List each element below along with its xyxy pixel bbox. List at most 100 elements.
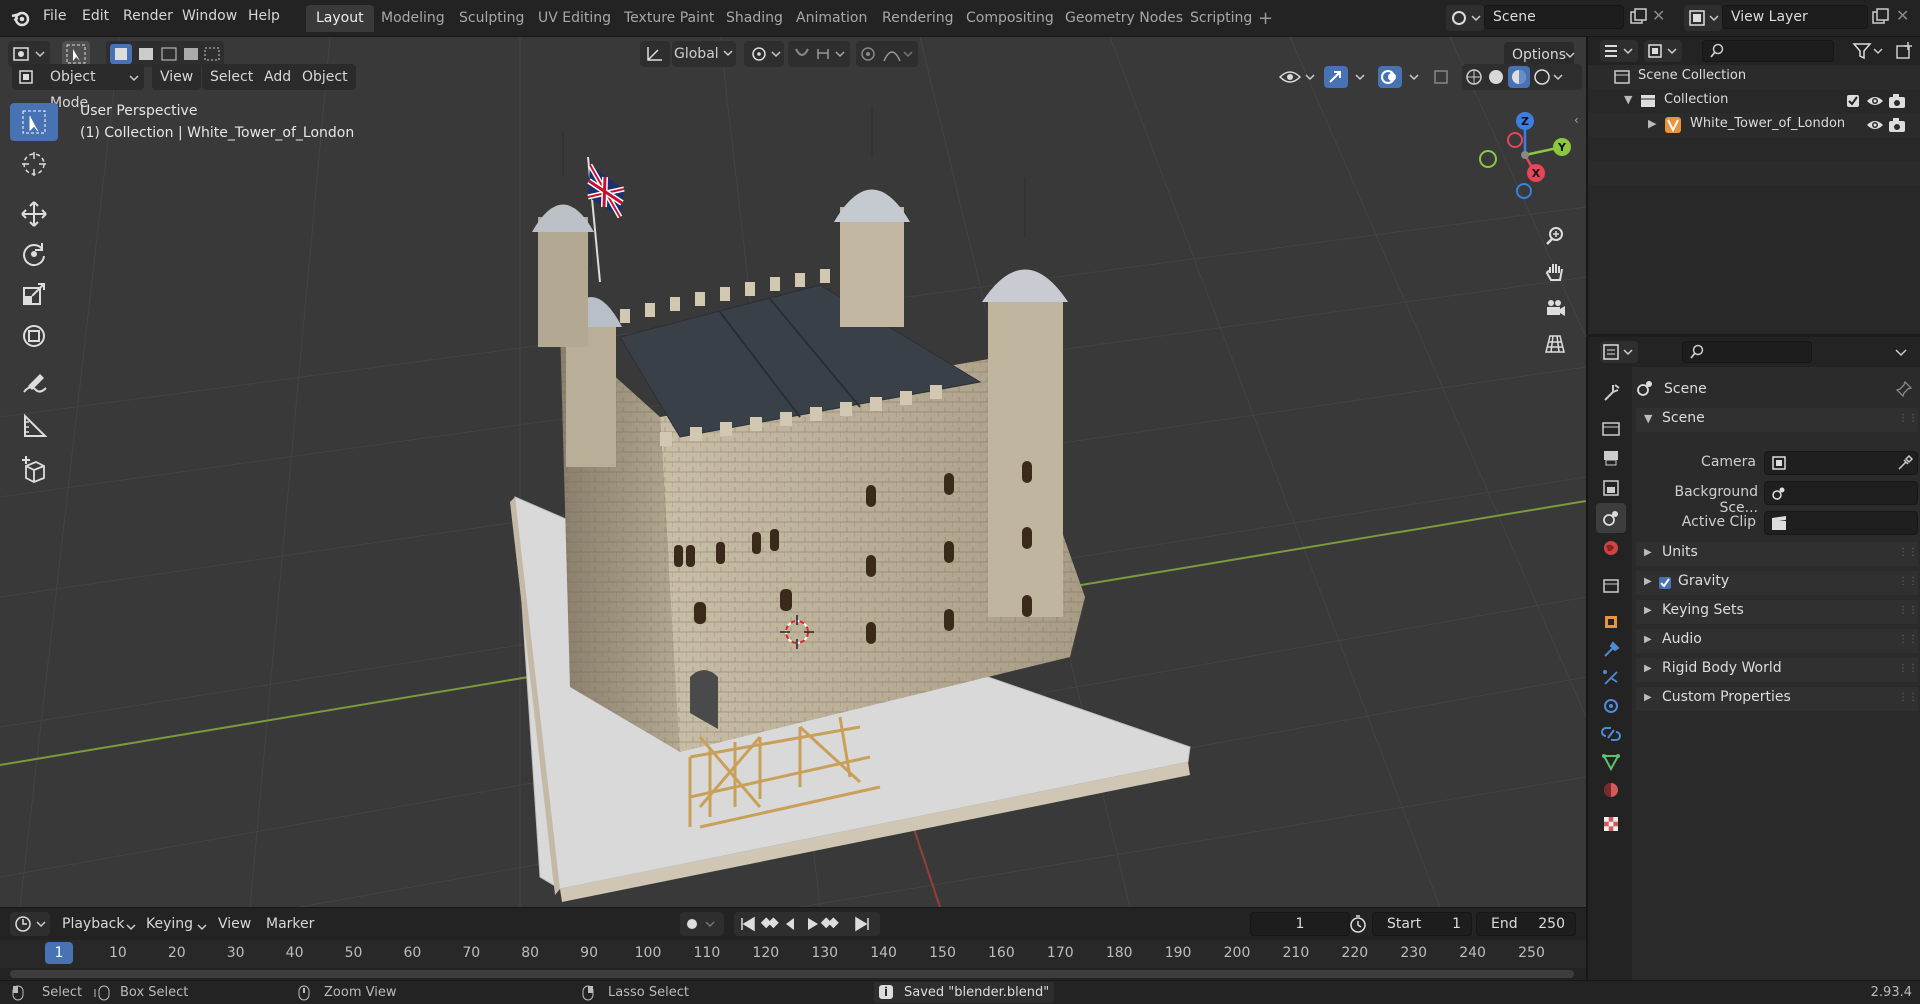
tab-output[interactable] — [1596, 443, 1626, 473]
drag-handle-icon[interactable]: ⋮⋮ — [1898, 576, 1918, 587]
scene-selector-icon[interactable] — [1446, 5, 1484, 31]
drag-handle-icon[interactable]: ⋮⋮ — [1898, 634, 1918, 645]
tab-sculpting[interactable]: Sculpting — [449, 5, 534, 32]
tab-physics[interactable] — [1596, 691, 1626, 721]
new-view-layer-icon[interactable] — [1870, 7, 1890, 27]
menu-timeline-view[interactable]: View — [210, 912, 259, 936]
tab-geometry-nodes[interactable]: Geometry Nodes — [1055, 5, 1193, 32]
display-mode-icon[interactable] — [1644, 40, 1682, 62]
exclude-checkbox-icon[interactable] — [1846, 94, 1860, 108]
units-panel-header[interactable]: ▶ Units ⋮⋮ — [1636, 542, 1918, 566]
tab-compositing[interactable]: Compositing — [956, 5, 1064, 32]
tool-add-cube[interactable] — [10, 451, 58, 489]
timeline-editor-type-icon[interactable] — [10, 912, 50, 936]
menu-render[interactable]: Render — [123, 8, 173, 24]
tab-constraints[interactable] — [1596, 719, 1626, 749]
eye-icon[interactable] — [1866, 117, 1884, 133]
outliner-editor-type-icon[interactable] — [1600, 40, 1638, 62]
tab-collection[interactable] — [1596, 571, 1626, 601]
properties-panel[interactable]: Scene ▼ Scene ⋮⋮ Camera Background Sce..… — [1586, 337, 1920, 980]
menu-file[interactable]: File — [43, 8, 66, 24]
timeline-scrollbar[interactable] — [10, 970, 1574, 978]
tab-world[interactable] — [1596, 533, 1626, 563]
eyedropper-icon[interactable] — [1897, 455, 1913, 471]
active-clip-field[interactable] — [1764, 511, 1918, 535]
audio-panel-header[interactable]: ▶ Audio ⋮⋮ — [1636, 629, 1918, 653]
tool-annotate[interactable] — [10, 365, 58, 403]
render-camera-icon[interactable] — [1888, 93, 1906, 109]
overlays-toggle-icon[interactable] — [1376, 64, 1428, 90]
delete-scene-icon[interactable]: ✕ — [1652, 6, 1665, 25]
drag-handle-icon[interactable]: ⋮⋮ — [1898, 547, 1918, 558]
expand-arrow-icon[interactable]: ▼ — [1624, 93, 1632, 106]
scene-panel-header[interactable]: ▼ Scene ⋮⋮ — [1636, 408, 1918, 432]
viewport-scene[interactable] — [0, 37, 1586, 907]
menu-keying[interactable]: Keying — [138, 912, 201, 936]
gravity-panel-header[interactable]: ▶ Gravity ⋮⋮ — [1636, 571, 1918, 595]
tab-data[interactable] — [1596, 747, 1626, 777]
properties-editor-type-icon[interactable] — [1600, 341, 1638, 363]
shading-mode-buttons[interactable] — [1462, 64, 1582, 90]
perspective-toggle-icon[interactable] — [1538, 327, 1572, 361]
end-frame-field[interactable]: End 250 — [1476, 912, 1576, 936]
snap-icon[interactable] — [788, 41, 850, 67]
tab-uv-editing[interactable]: UV Editing — [528, 5, 621, 32]
tab-texture[interactable] — [1596, 809, 1626, 839]
tab-layout[interactable]: Layout — [306, 5, 374, 32]
pivot-point-icon[interactable] — [744, 41, 784, 67]
xray-toggle-icon[interactable] — [1432, 64, 1452, 90]
tab-rendering[interactable]: Rendering — [872, 5, 964, 32]
tool-move[interactable] — [10, 195, 58, 233]
tab-object[interactable] — [1596, 607, 1626, 637]
outliner-row-object[interactable]: ▶ White_Tower_of_London — [1588, 113, 1920, 137]
tab-modeling[interactable]: Modeling — [371, 5, 455, 32]
delete-view-layer-icon[interactable]: ✕ — [1896, 6, 1909, 25]
menu-playback[interactable]: Playback — [54, 912, 132, 936]
tab-particles[interactable] — [1596, 663, 1626, 693]
start-frame-field[interactable]: Start 1 — [1372, 912, 1472, 936]
playback-controls[interactable] — [734, 912, 880, 936]
menu-add[interactable]: Add — [256, 64, 300, 90]
tab-shading[interactable]: Shading — [716, 5, 793, 32]
tab-scripting[interactable]: Scripting — [1180, 5, 1262, 32]
chevron-down-icon[interactable] — [1894, 345, 1908, 359]
pan-hand-icon[interactable] — [1538, 255, 1572, 289]
blender-logo-icon[interactable] — [10, 7, 32, 29]
auto-keying-icon[interactable] — [680, 912, 724, 936]
properties-search-input[interactable] — [1682, 341, 1812, 363]
menu-view[interactable]: View — [152, 64, 202, 90]
3d-viewport[interactable]: Global Options Object Mode View Select A… — [0, 37, 1586, 907]
tab-tool[interactable] — [1596, 377, 1626, 407]
pin-icon[interactable] — [1896, 381, 1912, 397]
background-scene-field[interactable] — [1764, 481, 1918, 505]
tab-texture-paint[interactable]: Texture Paint — [614, 5, 724, 32]
drag-handle-icon[interactable]: ⋮⋮ — [1898, 692, 1918, 703]
outliner-panel[interactable]: Scene Collection ▼ Collection ▶ White_To… — [1586, 37, 1920, 334]
proportional-editing-icon[interactable] — [856, 41, 918, 67]
filter-icon[interactable] — [1852, 41, 1886, 61]
tab-render[interactable] — [1596, 413, 1626, 443]
drag-handle-icon[interactable]: ⋮⋮ — [1898, 663, 1918, 674]
sidebar-toggle-icon[interactable]: ‹ — [1574, 113, 1579, 127]
tab-scene[interactable] — [1596, 503, 1626, 533]
tab-animation[interactable]: Animation — [786, 5, 877, 32]
add-workspace-icon[interactable]: + — [1258, 8, 1273, 29]
camera-view-icon[interactable] — [1538, 291, 1572, 325]
eye-icon[interactable] — [1866, 93, 1884, 109]
outliner-search-input[interactable] — [1702, 40, 1834, 62]
tool-scale[interactable] — [10, 275, 58, 313]
timeline-editor[interactable]: Playback Keying View Marker 1 Start 1 En… — [0, 907, 1586, 980]
gravity-checkbox-icon[interactable] — [1658, 576, 1672, 590]
menu-select[interactable]: Select — [202, 64, 262, 90]
drag-handle-icon[interactable]: ⋮⋮ — [1898, 413, 1918, 424]
menu-object[interactable]: Object — [294, 64, 356, 90]
drag-handle-icon[interactable]: ⋮⋮ — [1898, 605, 1918, 616]
tool-select-box[interactable] — [10, 103, 58, 141]
expand-arrow-icon[interactable]: ▶ — [1648, 117, 1656, 130]
camera-field[interactable] — [1764, 451, 1918, 475]
view-layer-selector-icon[interactable] — [1684, 5, 1722, 31]
outliner-row-scene-collection[interactable]: Scene Collection — [1588, 65, 1920, 89]
tool-cursor[interactable] — [10, 145, 58, 183]
tool-transform[interactable] — [10, 317, 58, 355]
tool-rotate[interactable] — [10, 235, 58, 273]
